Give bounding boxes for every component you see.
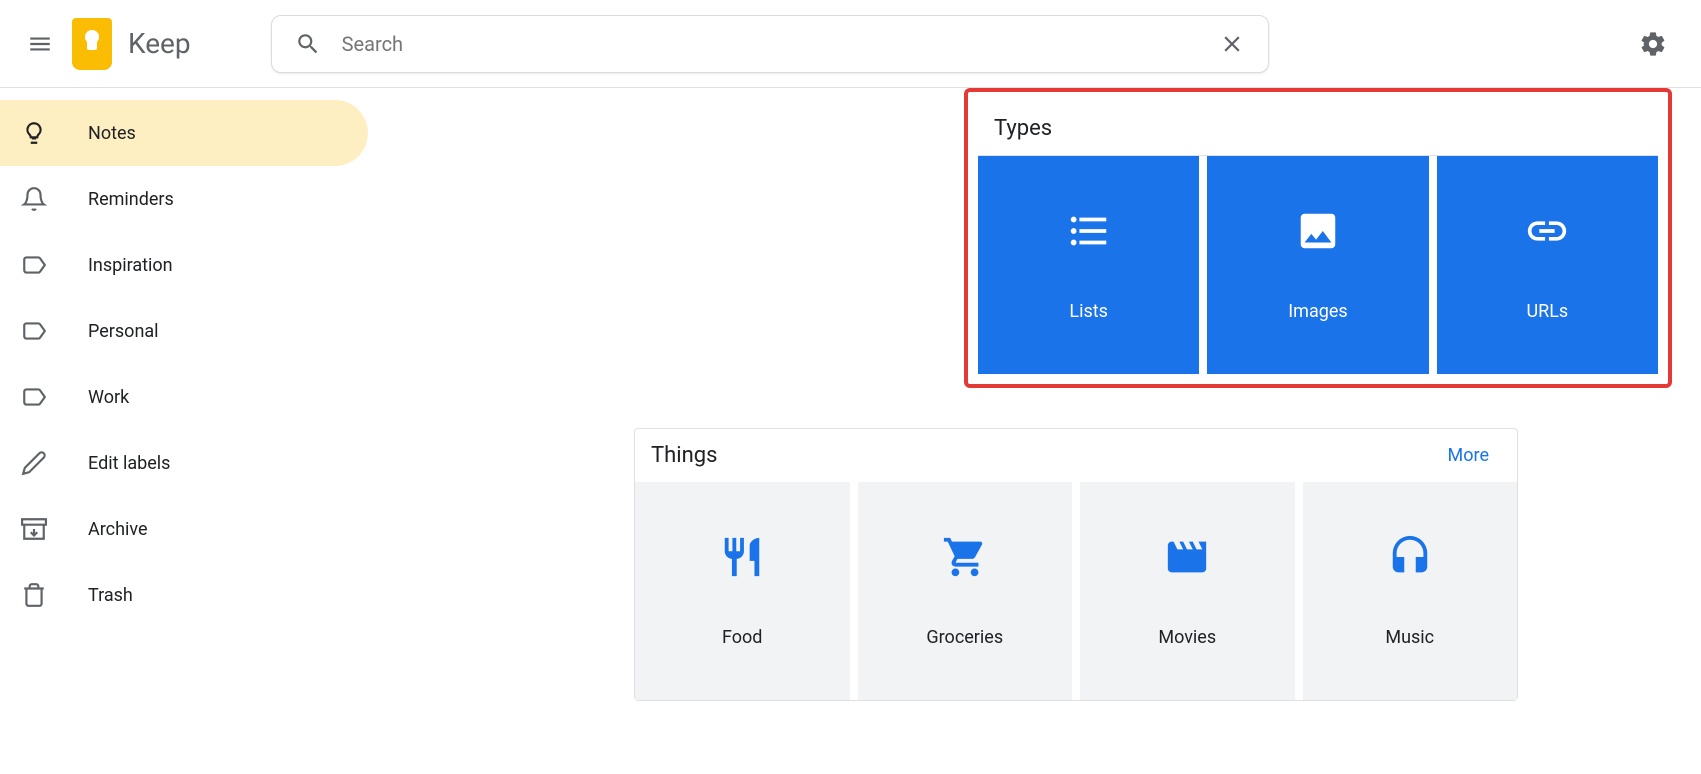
search-input[interactable] [330, 32, 1210, 56]
things-panel: Things More Food Groceries Movies [634, 428, 1518, 701]
keep-logo-icon [72, 18, 112, 70]
app-header: Keep [0, 0, 1701, 88]
sidebar-item-edit-labels[interactable]: Edit labels [0, 430, 368, 496]
app-name: Keep [128, 27, 191, 60]
types-tile-images[interactable]: Images [1207, 156, 1428, 374]
pencil-icon [20, 449, 48, 477]
sidebar-item-reminders[interactable]: Reminders [0, 166, 368, 232]
trash-icon [20, 581, 48, 609]
archive-icon [20, 515, 48, 543]
sidebar-item-label: Work [88, 387, 129, 408]
label-icon [20, 251, 48, 279]
header-actions [1489, 20, 1685, 68]
sidebar-item-label: Notes [88, 123, 136, 144]
cart-icon [942, 535, 988, 579]
film-icon [1164, 535, 1210, 579]
close-icon [1219, 31, 1245, 57]
types-panel-header: Types [978, 102, 1658, 155]
bell-icon [20, 185, 48, 213]
things-tile-groceries[interactable]: Groceries [858, 482, 1073, 700]
types-tile-row: Lists Images URLs [978, 155, 1658, 374]
clear-search-button[interactable] [1210, 22, 1254, 66]
sidebar-item-notes[interactable]: Notes [0, 100, 368, 166]
search-button[interactable] [286, 22, 330, 66]
sidebar-item-label: Archive [88, 519, 148, 540]
things-panel-title: Things [651, 443, 717, 468]
sidebar-item-label: Inspiration [88, 255, 173, 276]
tile-label: Images [1288, 301, 1347, 322]
link-icon [1524, 209, 1570, 253]
main-menu-button[interactable] [16, 20, 64, 68]
search-icon [295, 31, 321, 57]
types-panel-title: Types [994, 116, 1052, 141]
sidebar-item-personal[interactable]: Personal [0, 298, 368, 364]
headphones-icon [1387, 535, 1433, 579]
image-icon [1295, 209, 1341, 253]
list-icon [1066, 209, 1112, 253]
sidebar-item-label: Trash [88, 585, 133, 606]
things-panel-header: Things More [635, 429, 1517, 482]
sidebar-item-inspiration[interactable]: Inspiration [0, 232, 368, 298]
types-tile-urls[interactable]: URLs [1437, 156, 1658, 374]
search-box[interactable] [271, 15, 1269, 73]
types-tile-lists[interactable]: Lists [978, 156, 1199, 374]
tile-label: Lists [1069, 301, 1108, 322]
food-icon [719, 535, 765, 579]
tile-label: Food [722, 627, 762, 648]
tile-label: Music [1385, 627, 1434, 648]
sidebar-item-label: Edit labels [88, 453, 170, 474]
tile-label: Groceries [926, 627, 1003, 648]
sidebar-item-trash[interactable]: Trash [0, 562, 368, 628]
things-tile-row: Food Groceries Movies Music [635, 482, 1517, 700]
sidebar-item-work[interactable]: Work [0, 364, 368, 430]
types-panel-highlighted: Types Lists Images URLs [964, 88, 1672, 388]
label-icon [20, 383, 48, 411]
things-tile-movies[interactable]: Movies [1080, 482, 1295, 700]
app-logo[interactable]: Keep [72, 18, 191, 70]
hamburger-icon [27, 31, 53, 57]
things-tile-food[interactable]: Food [635, 482, 850, 700]
settings-button[interactable] [1629, 20, 1677, 68]
content: Notes Reminders Inspiration Personal Wor… [0, 88, 1701, 725]
label-icon [20, 317, 48, 345]
sidebar-item-label: Reminders [88, 189, 174, 210]
tile-label: URLs [1526, 301, 1568, 322]
things-tile-music[interactable]: Music [1303, 482, 1518, 700]
sidebar: Notes Reminders Inspiration Personal Wor… [0, 88, 368, 725]
tile-label: Movies [1158, 627, 1216, 648]
sidebar-item-archive[interactable]: Archive [0, 496, 368, 562]
sidebar-item-label: Personal [88, 321, 159, 342]
main-content: Types Lists Images URLs Things [368, 88, 1701, 725]
lightbulb-icon [20, 119, 48, 147]
things-more-button[interactable]: More [1448, 445, 1501, 466]
gear-icon [1639, 30, 1667, 58]
